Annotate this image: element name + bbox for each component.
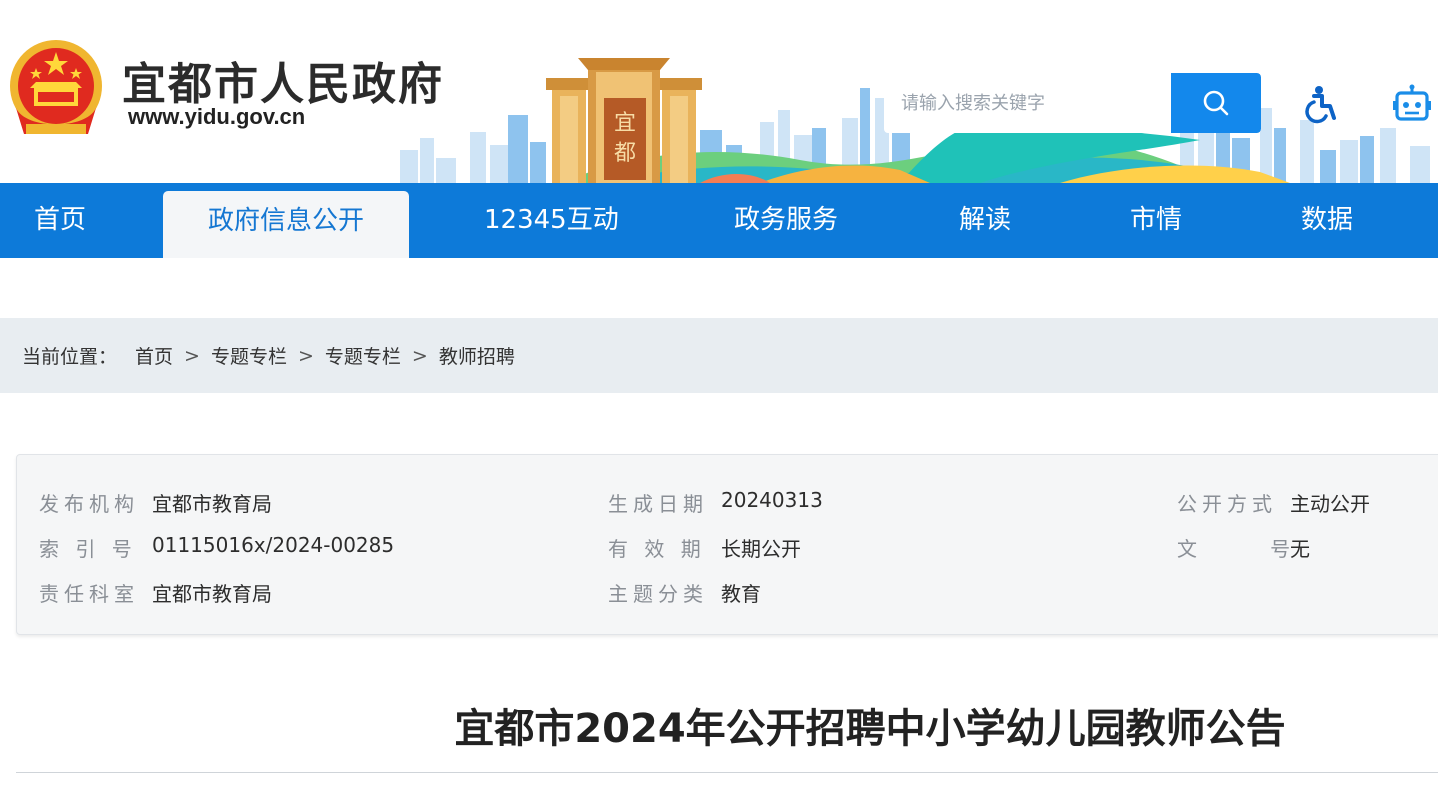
site-title[interactable]: 宜都市人民政府	[122, 48, 444, 112]
breadcrumb-separator: >	[297, 344, 314, 367]
search-input[interactable]	[884, 73, 1171, 133]
accessibility-icon[interactable]	[1302, 84, 1342, 124]
meta-label: 责任科室	[39, 582, 139, 606]
article-title: 宜都市2024年公开招聘中小学幼儿园教师公告	[454, 706, 1286, 752]
meta-value: 20240313	[721, 488, 823, 512]
breadcrumb-link-home[interactable]: 首页	[135, 342, 173, 369]
meta-label: 生成日期	[608, 492, 708, 516]
meta-index-no: 索 引 号 01115016x/2024-00285	[39, 533, 394, 562]
meta-value: 教育	[721, 582, 761, 606]
nav-item-interpretation[interactable]: 解读	[959, 183, 1011, 258]
national-emblem-logo	[10, 40, 102, 134]
breadcrumb-link-teacher-recruitment[interactable]: 教师招聘	[439, 342, 515, 369]
meta-publisher: 发布机构 宜都市教育局	[39, 488, 272, 517]
breadcrumb-label: 当前位置：	[22, 346, 118, 368]
site-header: 宜 都 宜都市人民政府 www.yidu.gov.cn	[0, 0, 1438, 183]
meta-topic: 主题分类 教育	[608, 578, 761, 607]
site-url: www.yidu.gov.cn	[128, 104, 306, 129]
meta-label: 发布机构	[39, 492, 139, 516]
nav-item-home[interactable]: 首页	[34, 183, 86, 258]
meta-label: 索 引 号	[39, 537, 137, 561]
meta-value: 宜都市教育局	[152, 582, 272, 606]
nav-item-gov-services[interactable]: 政务服务	[734, 183, 838, 258]
svg-text:宜: 宜	[614, 111, 636, 136]
breadcrumb-separator: >	[411, 344, 428, 367]
nav-item-data[interactable]: 数据	[1301, 183, 1353, 258]
title-divider	[16, 772, 1438, 773]
meta-value: 长期公开	[721, 537, 801, 561]
meta-label: 公开方式	[1177, 492, 1277, 516]
nav-item-gov-info-disclosure[interactable]: 政府信息公开	[163, 191, 409, 258]
meta-label: 文 号	[1177, 537, 1296, 561]
breadcrumb: 当前位置： 首页 > 专题专栏 > 专题专栏 > 教师招聘	[0, 318, 1438, 393]
search-button[interactable]	[1171, 73, 1261, 133]
nav-item-12345-interaction[interactable]: 12345互动	[484, 183, 619, 258]
search-icon	[1203, 90, 1229, 116]
meta-disclosure-method: 公开方式 主动公开	[1177, 488, 1370, 517]
breadcrumb-link-special-topics[interactable]: 专题专栏	[211, 342, 287, 369]
meta-label: 主题分类	[608, 582, 708, 606]
meta-doc-no: 文 号 无	[1177, 533, 1310, 562]
main-nav: 首页 政府信息公开 12345互动 政务服务 解读 市情 数据	[0, 183, 1438, 258]
svg-text:都: 都	[614, 141, 636, 166]
nav-item-city-info[interactable]: 市情	[1130, 183, 1182, 258]
meta-label: 有 效 期	[608, 537, 706, 561]
meta-value: 01115016x/2024-00285	[152, 533, 395, 557]
meta-value: 主动公开	[1290, 492, 1370, 516]
robot-assistant-icon[interactable]	[1392, 84, 1432, 124]
meta-value: 宜都市教育局	[152, 492, 272, 516]
search-box	[884, 73, 1261, 133]
meta-responsible-dept: 责任科室 宜都市教育局	[39, 578, 272, 607]
meta-value: 无	[1290, 537, 1310, 561]
breadcrumb-separator: >	[184, 344, 200, 367]
meta-validity: 有 效 期 长期公开	[608, 533, 801, 562]
breadcrumb-link-special-topics-2[interactable]: 专题专栏	[325, 342, 401, 369]
document-metadata-panel: 发布机构 宜都市教育局 生成日期 20240313 公开方式 主动公开 索 引 …	[16, 454, 1438, 635]
meta-generated-date: 生成日期 20240313	[608, 488, 823, 517]
